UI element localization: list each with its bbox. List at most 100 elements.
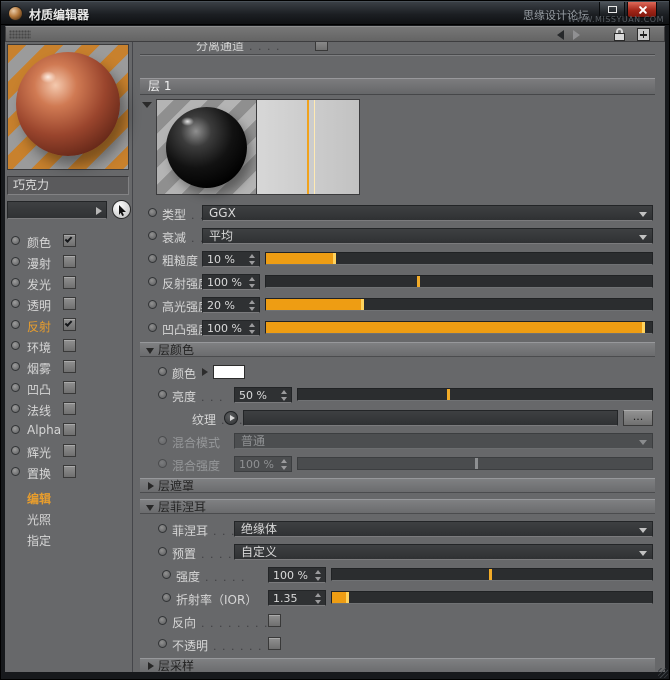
toolbar — [5, 26, 665, 42]
channel-row[interactable]: 烟雾 — [5, 359, 133, 375]
channel-row[interactable]: Alpha — [5, 422, 133, 438]
dropdown-select[interactable]: GGX — [202, 205, 653, 221]
slider-track[interactable] — [265, 321, 653, 334]
lock-icon[interactable] — [613, 28, 626, 41]
material-preview[interactable] — [7, 44, 129, 170]
slider-track[interactable] — [297, 457, 653, 470]
layer-1-header[interactable]: 层 1 — [140, 78, 655, 95]
channel-checkbox[interactable] — [63, 381, 76, 394]
browse-button[interactable]: ... — [623, 410, 653, 426]
channel-checkbox[interactable] — [63, 255, 76, 268]
nav-forward-icon[interactable] — [573, 30, 580, 40]
spinner-arrows-icon[interactable] — [249, 254, 257, 265]
channel-row[interactable]: 法线 — [5, 401, 133, 417]
param-row: 亮度. . .50 % — [140, 386, 655, 403]
collapse-icon[interactable] — [142, 102, 152, 108]
value-spinner[interactable]: 100 % — [234, 456, 292, 472]
slider-track[interactable] — [331, 568, 653, 581]
dotted-leader: . . . . . . . — [213, 640, 271, 653]
expand-arrow-button[interactable] — [224, 411, 238, 425]
texture-field[interactable] — [243, 410, 618, 426]
channel-checkbox[interactable] — [63, 276, 76, 289]
section-header[interactable]: 层采样 — [140, 658, 655, 672]
spinner-arrows-icon[interactable] — [315, 570, 323, 581]
spinner-down-icon — [249, 330, 255, 334]
channel-row[interactable]: 透明 — [5, 296, 133, 312]
mode-item[interactable]: 光照 — [5, 510, 133, 526]
slider-handle — [489, 569, 492, 580]
section-header[interactable]: 层菲涅耳 — [140, 499, 655, 514]
channel-row[interactable]: 反射 — [5, 317, 133, 333]
nav-back-icon[interactable] — [557, 30, 564, 40]
dropdown-select[interactable]: 自定义 — [234, 544, 653, 560]
channel-checkbox[interactable] — [63, 318, 76, 331]
channel-row[interactable]: 环境 — [5, 338, 133, 354]
channel-row[interactable]: 颜色 — [5, 233, 133, 249]
value-spinner[interactable]: 10 % — [202, 251, 260, 267]
separate-passes-checkbox[interactable] — [315, 42, 328, 51]
channel-row[interactable]: 辉光 — [5, 443, 133, 459]
section-header[interactable]: 层颜色 — [140, 342, 655, 357]
resize-grip[interactable] — [658, 668, 668, 678]
channel-checkbox[interactable] — [63, 465, 76, 478]
spinner-up-icon — [249, 277, 255, 281]
dropdown-select[interactable]: 绝缘体 — [234, 521, 653, 537]
spinner-value: 20 % — [207, 299, 235, 312]
slider-track[interactable] — [331, 591, 653, 604]
value-spinner[interactable]: 100 % — [202, 274, 260, 290]
channel-row[interactable]: 发光 — [5, 275, 133, 291]
expand-icon — [148, 482, 154, 490]
layer-sphere-preview[interactable] — [156, 99, 257, 195]
preview-type-dropdown[interactable] — [7, 201, 107, 219]
dropdown-select[interactable]: 普通 — [234, 433, 653, 449]
slider-track[interactable] — [265, 252, 653, 265]
pick-material-button[interactable] — [112, 200, 131, 219]
dropdown-select[interactable]: 平均 — [202, 228, 653, 244]
spinner-arrows-icon[interactable] — [281, 459, 289, 470]
collapse-icon — [146, 505, 154, 511]
spinner-arrows-icon[interactable] — [249, 323, 257, 334]
spinner-arrows-icon[interactable] — [281, 390, 289, 401]
slider-track[interactable] — [297, 388, 653, 401]
channel-checkbox[interactable] — [63, 234, 76, 247]
channel-label: 法线 — [27, 402, 51, 419]
channel-checkbox[interactable] — [63, 339, 76, 352]
channel-checkbox[interactable] — [63, 444, 76, 457]
slider-track[interactable] — [265, 298, 653, 311]
value-spinner[interactable]: 100 % — [202, 320, 260, 336]
mode-item[interactable]: 指定 — [5, 531, 133, 547]
channel-checkbox[interactable] — [63, 297, 76, 310]
chevron-down-icon — [639, 235, 647, 240]
arrow-right-icon[interactable] — [202, 368, 208, 376]
spinner-arrows-icon[interactable] — [249, 300, 257, 311]
param-checkbox[interactable] — [268, 614, 281, 627]
content-area: 巧克力 颜色漫射发光透明反射环境烟雾凹凸法线Alpha辉光置换 编辑光照指定 分… — [5, 42, 665, 672]
add-panel-icon[interactable] — [637, 28, 650, 41]
slider-track[interactable] — [265, 275, 653, 288]
value-spinner[interactable]: 1.35 — [268, 590, 326, 606]
value-spinner[interactable]: 20 % — [202, 297, 260, 313]
param-checkbox[interactable] — [268, 637, 281, 650]
param-dot-icon — [158, 436, 167, 445]
material-name-field[interactable]: 巧克力 — [7, 176, 129, 195]
channel-checkbox[interactable] — [63, 423, 76, 436]
layer-sphere — [166, 107, 247, 188]
color-swatch[interactable] — [213, 365, 245, 379]
channel-row[interactable]: 凹凸 — [5, 380, 133, 396]
spinner-arrows-icon[interactable] — [315, 593, 323, 604]
channel-row[interactable]: 漫射 — [5, 254, 133, 270]
param-list: 类型. . . . .GGX衰减. . . .平均粗糙度. .10 %反射强度.… — [140, 204, 655, 672]
channel-checkbox[interactable] — [63, 402, 76, 415]
spinner-arrows-icon[interactable] — [249, 277, 257, 288]
dropdown-value: GGX — [209, 206, 236, 220]
channel-row[interactable]: 置换 — [5, 464, 133, 480]
channel-checkbox[interactable] — [63, 360, 76, 373]
section-header[interactable]: 层遮罩 — [140, 478, 655, 493]
titlebar[interactable]: 材质编辑器 思缘设计论坛 WWW.MISSYUAN.COM — [1, 1, 669, 25]
layer-gradient-preview[interactable] — [257, 99, 360, 195]
mode-item[interactable]: 编辑 — [5, 489, 133, 505]
value-spinner[interactable]: 50 % — [234, 387, 292, 403]
value-spinner[interactable]: 100 % — [268, 567, 326, 583]
channel-dot-icon — [11, 236, 20, 245]
drag-handle-icon[interactable] — [9, 30, 31, 39]
